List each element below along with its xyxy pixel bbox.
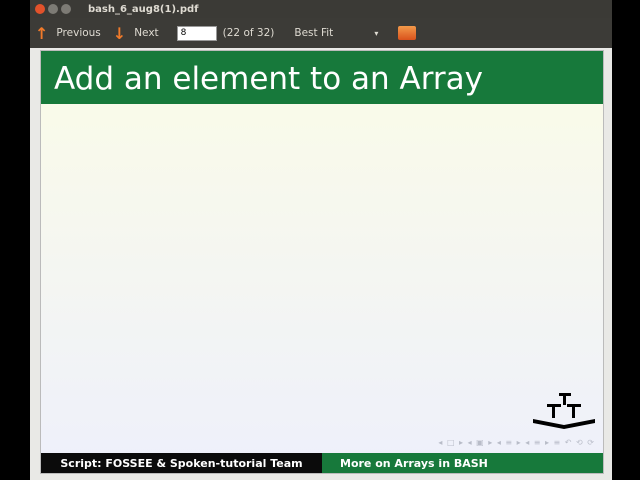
toolbar: ↑ Previous ↓ Next (22 of 32) Best Fit ▾: [30, 18, 612, 48]
arrow-down-icon[interactable]: ↓: [113, 24, 126, 43]
page-number-input[interactable]: [176, 25, 217, 41]
close-button[interactable]: [35, 4, 45, 14]
minimize-button[interactable]: [48, 4, 58, 14]
footer-author: Script: FOSSEE & Spoken-tutorial Team: [41, 453, 322, 473]
zoom-select[interactable]: Best Fit: [294, 27, 374, 39]
slide-title: Add an element to an Array: [41, 51, 603, 104]
pdf-viewer-window: bash_6_aug8(1).pdf ↑ Previous ↓ Next (22…: [30, 0, 612, 480]
window-title: bash_6_aug8(1).pdf: [88, 3, 199, 15]
spoken-tutorial-logo-icon: [533, 393, 595, 429]
slide-page: Add an element to an Array ◂ □ ▸ ◂ ▣ ▸ ◂…: [40, 50, 604, 474]
chevron-down-icon[interactable]: ▾: [374, 29, 378, 38]
previous-button[interactable]: Previous: [56, 27, 100, 39]
footer-title: More on Arrays in BASH: [322, 453, 603, 473]
beamer-navigation-symbols[interactable]: ◂ □ ▸ ◂ ▣ ▸ ◂ ≡ ▸ ◂ ≡ ▸ ≡ ↶ ⟲ ⟳: [438, 438, 595, 447]
next-button[interactable]: Next: [134, 27, 158, 39]
slide-footer: Script: FOSSEE & Spoken-tutorial Team Mo…: [41, 453, 603, 473]
title-bar: bash_6_aug8(1).pdf: [30, 0, 612, 18]
folder-icon[interactable]: [398, 26, 417, 40]
arrow-up-icon[interactable]: ↑: [35, 24, 48, 43]
maximize-button[interactable]: [61, 4, 71, 14]
page-count: (22 of 32): [222, 27, 275, 39]
